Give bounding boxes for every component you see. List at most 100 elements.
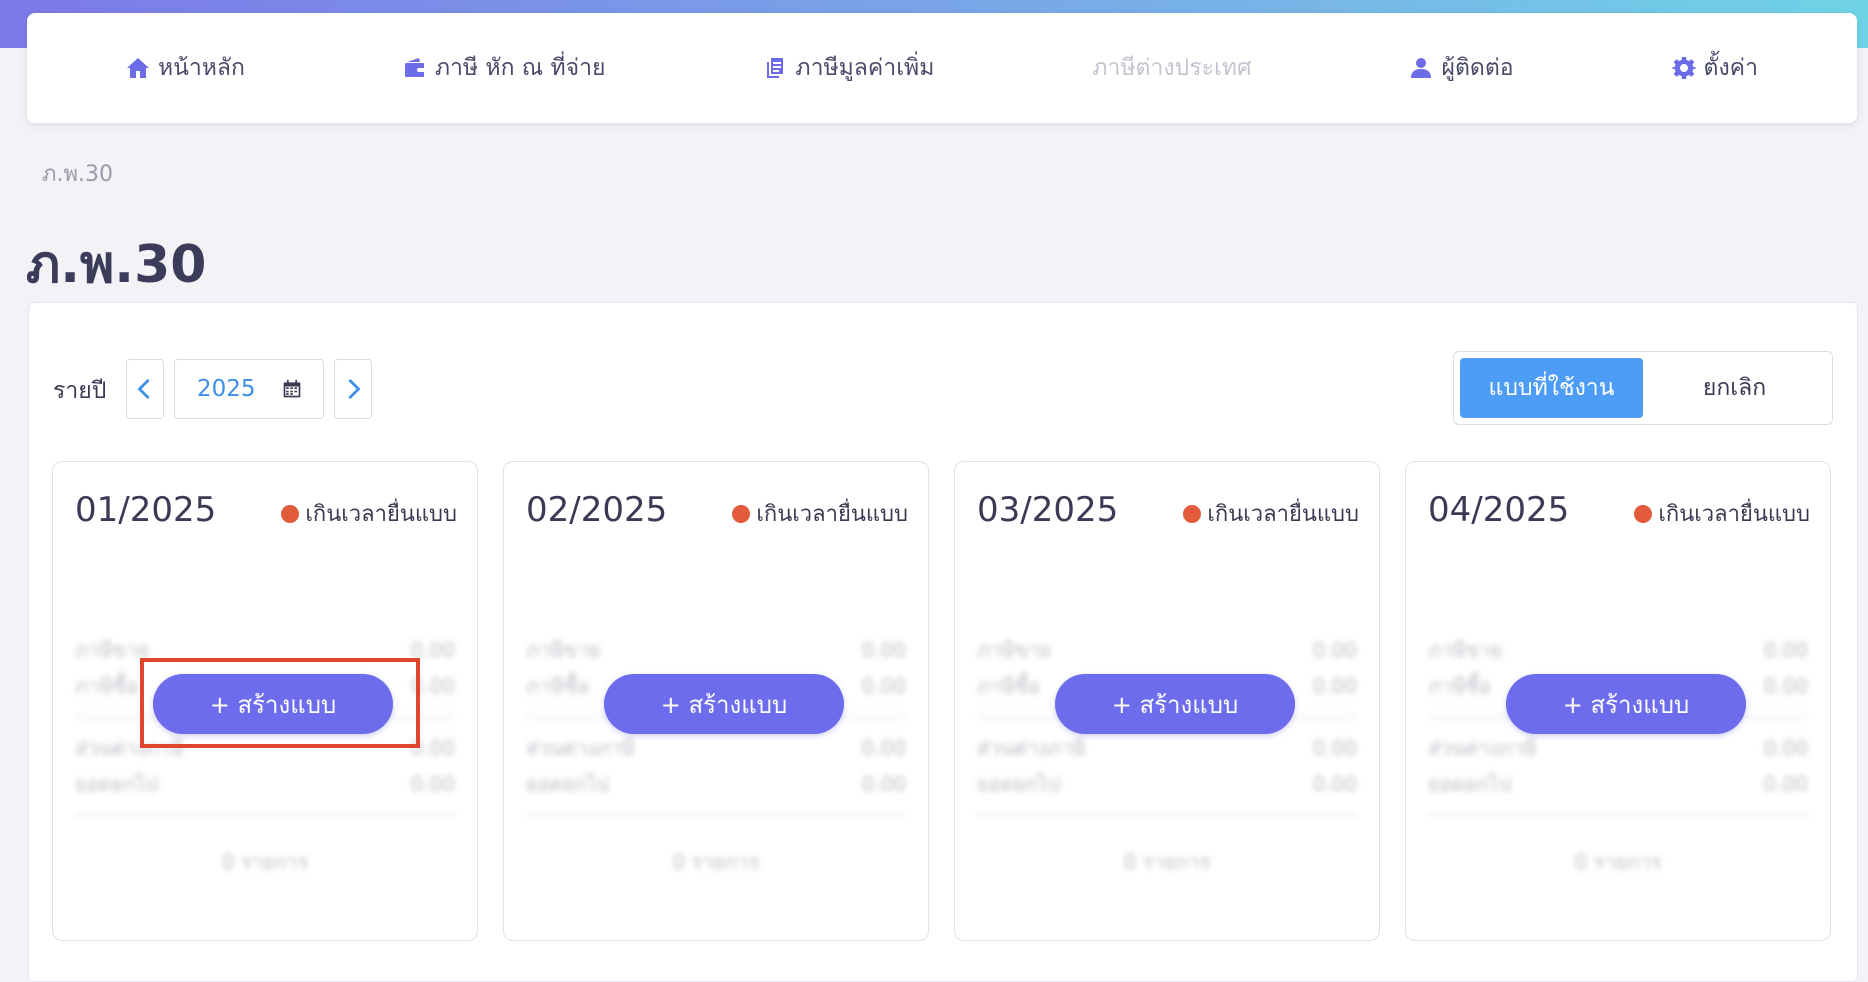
summary-value: 0.00: [1312, 772, 1357, 796]
create-form-button[interactable]: + สร้างแบบ: [1506, 674, 1746, 734]
summary-label: ส่วนต่างภาษี: [75, 736, 184, 760]
user-icon: [1411, 58, 1432, 78]
summary-value: 0.00: [410, 674, 455, 698]
summary-label: ภาษีซื้อ: [75, 674, 139, 698]
summary-label: ภาษีซื้อ: [526, 674, 590, 698]
nav-item-vat[interactable]: ภาษีมูลค่าเพิ่ม: [763, 50, 934, 86]
summary-label: ภาษีขาย: [977, 638, 1052, 662]
prev-year-button[interactable]: [126, 359, 164, 419]
status-text: เกินเวลายื่นแบบ: [1658, 502, 1810, 527]
summary-value: 0.00: [410, 772, 455, 796]
create-form-button[interactable]: + สร้างแบบ: [1055, 674, 1295, 734]
next-year-button[interactable]: [334, 359, 372, 419]
active-forms-tab[interactable]: แบบที่ใช้งาน: [1460, 358, 1643, 418]
summary-value: 0.00: [1763, 736, 1808, 760]
summary-label: ภาษีขาย: [1428, 638, 1503, 662]
status-badge: เกินเวลายื่นแบบ: [1183, 496, 1359, 531]
card-period: 01/2025: [75, 490, 217, 530]
nav-item-label: ภาษี หัก ณ ที่จ่าย: [434, 55, 606, 81]
divider: [1428, 814, 1808, 816]
summary-label: ยอดยกไป: [75, 772, 159, 796]
nav-item-settings[interactable]: ตั้งค่า: [1671, 50, 1758, 86]
summary-value: 0.00: [1763, 638, 1808, 662]
nav-item-label: ผู้ติดต่อ: [1441, 55, 1514, 81]
create-form-button[interactable]: + สร้างแบบ: [604, 674, 844, 734]
card-period: 04/2025: [1428, 490, 1570, 530]
summary-label: ยอดยกไป: [1428, 772, 1512, 796]
divider: [75, 814, 455, 816]
period-card: 04/2025 เกินเวลายื่นแบบ ภาษีขาย 0.00 ภาษี…: [1405, 461, 1831, 941]
status-badge: เกินเวลายื่นแบบ: [732, 496, 908, 531]
card-period: 03/2025: [977, 490, 1119, 530]
summary-row: ภาษีขาย 0.00: [977, 632, 1357, 668]
summary-row: ส่วนต่างภาษี 0.00: [977, 730, 1357, 766]
status-text: เกินเวลายื่นแบบ: [756, 502, 908, 527]
summary-row: ภาษีขาย 0.00: [526, 632, 906, 668]
summary-value: 0.00: [410, 638, 455, 662]
page-title: ภ.พ.30: [26, 235, 207, 295]
wallet-icon: [404, 58, 424, 77]
divider: [977, 814, 1357, 816]
status-badge: เกินเวลายื่นแบบ: [281, 496, 457, 531]
summary-value: 0.00: [1312, 638, 1357, 662]
summary-value: 0.00: [1312, 736, 1357, 760]
summary-row: ส่วนต่างภาษี 0.00: [526, 730, 906, 766]
period-card: 01/2025 เกินเวลายื่นแบบ ภาษีขาย 0.00 ภาษี…: [52, 461, 478, 941]
tax-forms-panel: รายปี 2025 แบบที่ใช้งาน ยกเลิก 01/2025 เ…: [28, 302, 1858, 982]
cancelled-forms-tab[interactable]: ยกเลิก: [1643, 358, 1826, 418]
form-status-toggle: แบบที่ใช้งาน ยกเลิก: [1453, 351, 1833, 425]
document-icon: [767, 58, 784, 78]
summary-label: ส่วนต่างภาษี: [1428, 736, 1537, 760]
overdue-dot-icon: [1634, 504, 1653, 523]
summary-row: ภาษีขาย 0.00: [1428, 632, 1808, 668]
overdue-dot-icon: [281, 504, 300, 523]
period-card: 02/2025 เกินเวลายื่นแบบ ภาษีขาย 0.00 ภาษี…: [503, 461, 929, 941]
overdue-dot-icon: [732, 504, 751, 523]
summary-label: ภาษีขาย: [526, 638, 601, 662]
card-period: 02/2025: [526, 490, 668, 530]
year-picker-input[interactable]: 2025: [174, 359, 324, 419]
nav-item-withholding-tax[interactable]: ภาษี หัก ณ ที่จ่าย: [403, 50, 606, 86]
summary-value: 0.00: [1763, 674, 1808, 698]
nav-item-contacts[interactable]: ผู้ติดต่อ: [1409, 50, 1514, 86]
summary-label: ส่วนต่างภาษี: [977, 736, 1086, 760]
summary-value: 0.00: [861, 638, 906, 662]
status-text: เกินเวลายื่นแบบ: [1207, 502, 1359, 527]
summary-row: ยอดยกไป 0.00: [1428, 766, 1808, 802]
summary-label: ภาษีซื้อ: [1428, 674, 1492, 698]
year-filter-label: รายปี: [53, 378, 107, 404]
nav-item-label: ตั้งค่า: [1703, 55, 1758, 81]
chevron-right-icon: [348, 379, 361, 399]
nav-item-home[interactable]: หน้าหลัก: [126, 50, 245, 86]
item-count: 0 รายการ: [1123, 850, 1211, 874]
summary-value: 0.00: [410, 736, 455, 760]
summary-value: 0.00: [861, 674, 906, 698]
home-icon: [126, 58, 149, 78]
breadcrumb: ภ.พ.30: [42, 162, 113, 187]
period-card: 03/2025 เกินเวลายื่นแบบ ภาษีขาย 0.00 ภาษี…: [954, 461, 1380, 941]
summary-label: ส่วนต่างภาษี: [526, 736, 635, 760]
summary-value: 0.00: [861, 736, 906, 760]
summary-row: ยอดยกไป 0.00: [526, 766, 906, 802]
nav-item-label: หน้าหลัก: [157, 55, 245, 81]
item-count: 0 รายการ: [1574, 850, 1662, 874]
main-navbar: หน้าหลัก ภาษี หัก ณ ที่จ่าย ภาษีมูลค่าเพ…: [27, 13, 1857, 123]
summary-row: ภาษีขาย 0.00: [75, 632, 455, 668]
summary-label: ภาษีซื้อ: [977, 674, 1041, 698]
status-text: เกินเวลายื่นแบบ: [305, 502, 457, 527]
summary-row: ส่วนต่างภาษี 0.00: [75, 730, 455, 766]
summary-label: ยอดยกไป: [526, 772, 610, 796]
summary-value: 0.00: [861, 772, 906, 796]
item-count: 0 รายการ: [672, 850, 760, 874]
calendar-icon: [283, 379, 300, 398]
summary-value: 0.00: [1312, 674, 1357, 698]
nav-item-label: ภาษีมูลค่าเพิ่ม: [795, 55, 935, 81]
summary-row: ยอดยกไป 0.00: [977, 766, 1357, 802]
overdue-dot-icon: [1183, 504, 1202, 523]
create-form-button[interactable]: + สร้างแบบ: [153, 674, 393, 734]
summary-row: ส่วนต่างภาษี 0.00: [1428, 730, 1808, 766]
summary-value: 0.00: [1763, 772, 1808, 796]
year-value: 2025: [197, 376, 256, 402]
summary-label: ภาษีขาย: [75, 638, 150, 662]
status-badge: เกินเวลายื่นแบบ: [1634, 496, 1810, 531]
